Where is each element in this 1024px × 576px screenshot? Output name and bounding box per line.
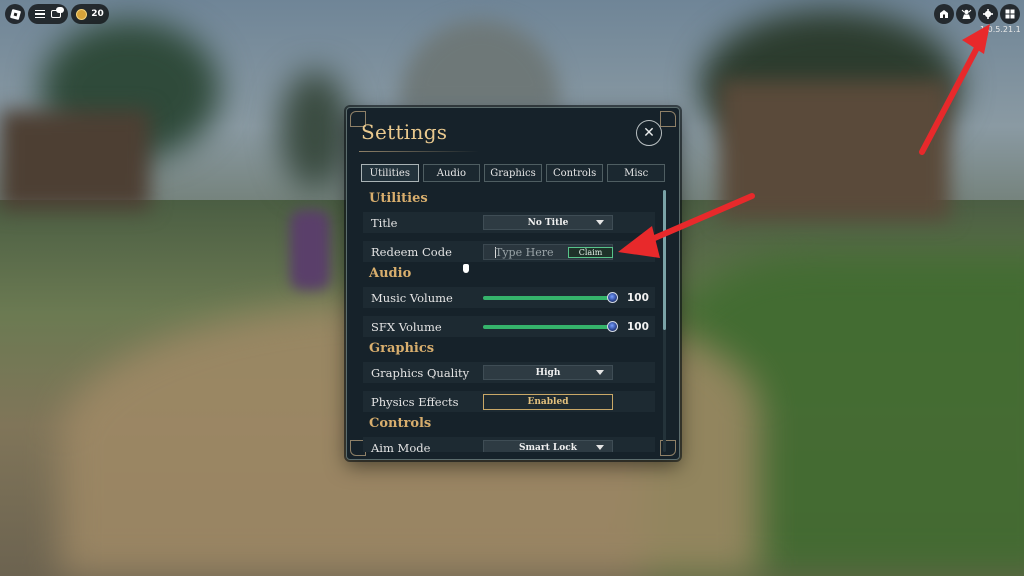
tab-misc[interactable]: Misc [607, 164, 665, 182]
close-icon: ✕ [643, 125, 655, 141]
title-dropdown-value: No Title [527, 217, 569, 228]
menu-icon [35, 10, 45, 18]
sfx-volume-label: SFX Volume [371, 319, 442, 334]
tab-audio[interactable]: Audio [422, 164, 481, 182]
music-volume-label: Music Volume [371, 290, 453, 305]
tree [280, 70, 350, 190]
setting-row-aim-mode: Aim Mode Smart Lock [363, 437, 655, 452]
music-volume-slider[interactable] [483, 292, 618, 303]
roblox-logo-icon [9, 8, 21, 20]
section-heading-controls: Controls [369, 416, 432, 431]
aim-mode-dropdown[interactable]: Smart Lock [483, 440, 613, 452]
setting-row-title: Title No Title [363, 212, 655, 233]
shop-icon [940, 10, 948, 18]
shop-button[interactable] [934, 4, 954, 24]
scrollbar-thumb[interactable] [663, 190, 666, 330]
building [0, 110, 150, 210]
character-icon [961, 9, 971, 19]
section-heading-graphics: Graphics [369, 341, 435, 356]
graphics-quality-value: High [535, 367, 561, 378]
graphics-quality-dropdown[interactable]: High [483, 365, 613, 380]
coin-icon [76, 8, 88, 20]
chevron-down-icon [596, 220, 604, 225]
settings-button[interactable] [978, 4, 998, 24]
version-label: 1.0.5.21.1 [980, 25, 1021, 34]
setting-row-graphics-quality: Graphics Quality High [363, 362, 655, 383]
title-dropdown[interactable]: No Title [483, 215, 613, 230]
aim-mode-label: Aim Mode [371, 440, 431, 453]
title-label: Title [371, 215, 398, 230]
coin-count: 20 [91, 9, 104, 19]
physics-effects-label: Physics Effects [371, 394, 459, 409]
corner-ornament [660, 111, 676, 127]
tab-controls[interactable]: Controls [545, 164, 604, 182]
setting-row-redeem: Redeem Code Type Here Claim [363, 241, 655, 262]
close-button[interactable]: ✕ [636, 120, 662, 146]
grid-icon [1005, 9, 1015, 19]
title-divider [359, 151, 479, 152]
settings-panel: Settings ✕ Utilities Audio Graphics Cont… [346, 107, 680, 460]
setting-row-sfx-volume: SFX Volume 100 [363, 316, 655, 337]
currency-display[interactable]: 20 [71, 4, 109, 24]
chat-badge [56, 7, 64, 13]
chevron-down-icon [596, 445, 604, 450]
redeem-code-input[interactable]: Type Here Claim [483, 243, 613, 260]
inventory-button[interactable] [1000, 4, 1020, 24]
mouse-cursor-icon [463, 264, 469, 273]
claim-button[interactable]: Claim [568, 246, 613, 258]
setting-row-music-volume: Music Volume 100 [363, 287, 655, 308]
aim-mode-value: Smart Lock [519, 442, 577, 453]
section-heading-audio: Audio [369, 266, 412, 281]
music-volume-knob[interactable] [607, 292, 618, 303]
tab-utilities[interactable]: Utilities [361, 164, 419, 182]
sfx-volume-slider[interactable] [483, 321, 618, 332]
menu-chat-button[interactable] [28, 4, 68, 24]
gear-icon [983, 9, 993, 19]
character-button[interactable] [956, 4, 976, 24]
redeem-code-label: Redeem Code [371, 244, 452, 259]
sfx-volume-fill [483, 325, 613, 329]
player-character [290, 210, 330, 290]
sfx-volume-value: 100 [627, 320, 649, 333]
building [720, 80, 950, 220]
settings-tabs: Utilities Audio Graphics Controls Misc [361, 164, 665, 182]
settings-content: Utilities Title No Title Redeem Code Typ… [361, 188, 661, 452]
music-volume-fill [483, 296, 613, 300]
redeem-code-placeholder: Type Here [495, 245, 554, 259]
sfx-volume-knob[interactable] [607, 321, 618, 332]
panel-title: Settings [361, 120, 448, 144]
physics-effects-toggle[interactable]: Enabled [483, 393, 613, 410]
tab-graphics[interactable]: Graphics [484, 164, 542, 182]
music-volume-value: 100 [627, 291, 649, 304]
roblox-menu-button[interactable] [5, 4, 25, 24]
chevron-down-icon [596, 370, 604, 375]
section-heading-utilities: Utilities [369, 191, 428, 206]
graphics-quality-label: Graphics Quality [371, 365, 470, 380]
setting-row-physics-effects: Physics Effects Enabled [363, 391, 655, 412]
